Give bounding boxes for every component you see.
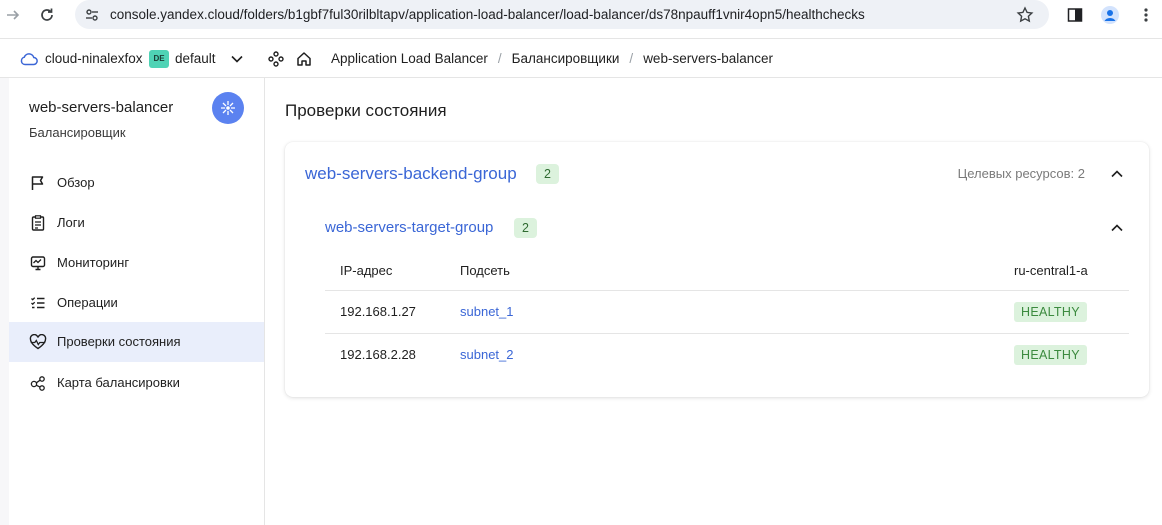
side-panel-icon[interactable] (1064, 4, 1086, 26)
breadcrumb-separator: / (497, 51, 502, 66)
sidebar-edge (0, 78, 9, 525)
page-title: Проверки состояния (285, 101, 447, 120)
sidebar-item-label: Проверки состояния (57, 334, 181, 349)
backend-group-card: web-servers-backend-group 2 Целевых ресу… (285, 142, 1149, 397)
column-header-ip: IP-адрес (340, 263, 393, 278)
browser-toolbar: console.yandex.cloud/folders/b1gbf7ful30… (0, 0, 1162, 30)
subnet-link[interactable]: subnet_1 (460, 304, 514, 319)
backend-group-count-badge: 2 (536, 164, 559, 184)
table-header: IP-адрес Подсеть ru-central1-a (325, 250, 1129, 292)
cloud-icon (20, 52, 38, 66)
target-ip: 192.168.1.27 (340, 304, 416, 319)
url-text[interactable]: console.yandex.cloud/folders/b1gbf7ful30… (110, 7, 865, 22)
sidebar-item-operations[interactable]: Операции (9, 283, 264, 323)
breadcrumb-balancers[interactable]: Балансировщики (512, 51, 620, 66)
breadcrumb-current: web-servers-balancer (643, 51, 773, 66)
sidebar-item-label: Логи (57, 215, 85, 230)
sidebar-item-balancing-map[interactable]: Карта балансировки (9, 363, 264, 403)
folder-name: default (175, 51, 216, 66)
sidebar-item-label: Мониторинг (57, 255, 130, 270)
folder-selector[interactable]: DE default (149, 39, 243, 78)
bookmark-star-icon[interactable] (1015, 5, 1035, 25)
site-settings-icon[interactable] (83, 6, 101, 24)
breadcrumb: Application Load Balancer / Балансировщи… (331, 39, 773, 78)
breadcrumb-separator: / (629, 51, 634, 66)
sidebar-item-label: Карта балансировки (57, 375, 180, 390)
status-badge: HEALTHY (1014, 302, 1087, 322)
app-header: cloud-ninalexfox DE default Application … (0, 38, 1162, 78)
nodes-icon (29, 374, 47, 392)
target-group-count-badge: 2 (514, 218, 537, 238)
chevron-down-icon[interactable] (230, 55, 243, 63)
folder-badge: DE (149, 49, 169, 68)
sidebar-title: web-servers-balancer (29, 99, 174, 116)
browser-menu-icon[interactable] (1135, 4, 1157, 26)
forward-arrow-icon[interactable] (2, 4, 24, 26)
home-icon[interactable] (296, 39, 312, 78)
sidebar-item-healthchecks[interactable]: Проверки состояния (9, 322, 264, 362)
sidebar-item-label: Обзор (57, 175, 95, 190)
address-bar[interactable]: console.yandex.cloud/folders/b1gbf7ful30… (75, 0, 1049, 29)
table-row: 192.168.2.28 subnet_2 HEALTHY (325, 333, 1129, 375)
sidebar-item-logs[interactable]: Логи (9, 203, 264, 243)
sidebar-subtitle: Балансировщик (29, 125, 126, 140)
monitor-icon (29, 254, 47, 272)
sidebar: web-servers-balancer Балансировщик Обзор… (0, 78, 265, 525)
target-ip: 192.168.2.28 (340, 347, 416, 362)
status-badge: HEALTHY (1014, 345, 1087, 365)
sidebar-item-overview[interactable]: Обзор (9, 163, 264, 203)
backend-group-link[interactable]: web-servers-backend-group (305, 164, 517, 184)
cloud-name: cloud-ninalexfox (45, 51, 143, 66)
reload-icon[interactable] (36, 4, 58, 26)
profile-avatar-icon[interactable] (1099, 4, 1121, 26)
balancer-service-icon[interactable] (212, 92, 244, 124)
flag-icon (29, 174, 47, 192)
collapse-backend-group-chevron-up-icon[interactable] (1108, 165, 1126, 183)
column-header-subnet: Подсеть (460, 263, 510, 278)
list-icon (29, 294, 47, 312)
services-icon[interactable] (268, 39, 284, 78)
targets-count-label: Целевых ресурсов: 2 (957, 166, 1085, 181)
heart-pulse-icon (29, 333, 47, 351)
column-header-zone: ru-central1-a (1014, 263, 1088, 278)
logs-icon (29, 214, 47, 232)
breadcrumb-service[interactable]: Application Load Balancer (331, 51, 488, 66)
sidebar-item-label: Операции (57, 295, 118, 310)
subnet-link[interactable]: subnet_2 (460, 347, 514, 362)
collapse-target-group-chevron-up-icon[interactable] (1108, 219, 1126, 237)
sidebar-item-monitoring[interactable]: Мониторинг (9, 243, 264, 283)
target-group-link[interactable]: web-servers-target-group (325, 219, 493, 236)
table-row: 192.168.1.27 subnet_1 HEALTHY (325, 290, 1129, 332)
cloud-selector[interactable]: cloud-ninalexfox (20, 39, 143, 78)
